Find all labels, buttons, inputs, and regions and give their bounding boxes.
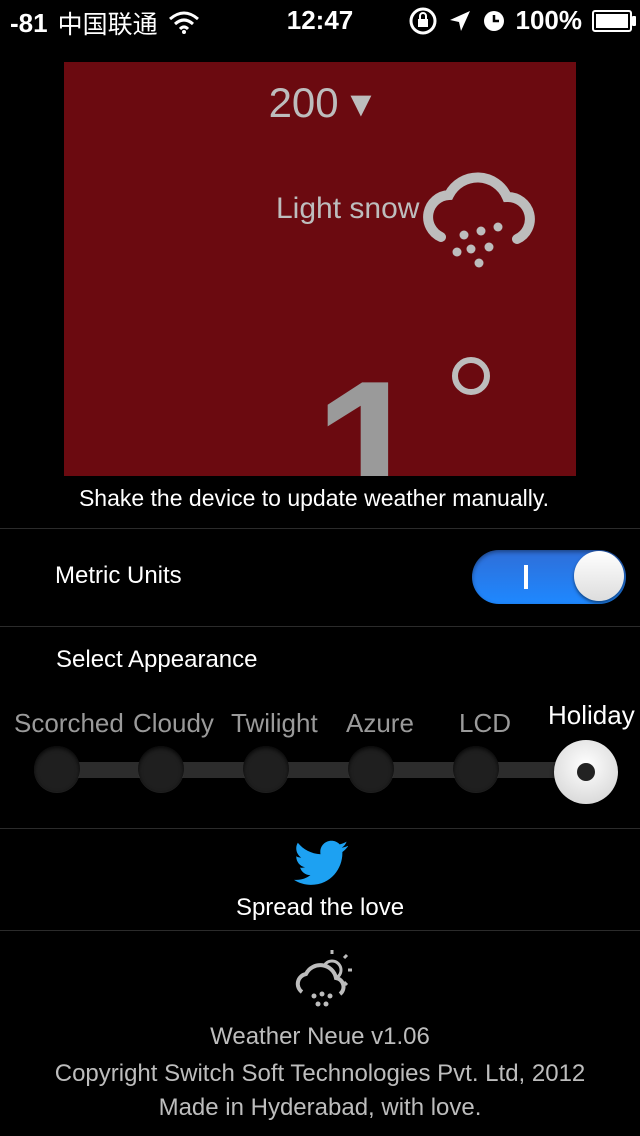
battery-icon: [592, 9, 636, 32]
appearance-stop-twilight[interactable]: [243, 746, 289, 792]
alarm-clock-icon: [483, 10, 504, 31]
status-right: 100%: [408, 5, 636, 36]
preview-condition-label: Light snow: [276, 192, 420, 225]
metric-units-label: Metric Units: [55, 562, 182, 589]
copyright-text: Copyright Switch Soft Technologies Pvt. …: [54, 1060, 586, 1087]
rotation-lock-icon: [409, 7, 436, 34]
appearance-option-twilight[interactable]: Twilight: [231, 708, 318, 739]
appearance-stop-azure[interactable]: [348, 746, 394, 792]
twitter-bird-icon[interactable]: [294, 840, 348, 886]
appearance-stop-lcd[interactable]: [453, 746, 499, 792]
weather-preview: 200 ▾ Light snow 1: [64, 62, 576, 476]
preview-temperature: 1: [314, 340, 426, 477]
preview-temperature-selector[interactable]: 200 ▾: [64, 78, 576, 127]
appearance-option-lcd[interactable]: LCD: [459, 708, 511, 739]
toggle-on-mark: [524, 565, 528, 589]
divider: [0, 626, 640, 627]
shake-hint: Shake the device to update weather manua…: [78, 485, 550, 511]
divider: [0, 828, 640, 829]
status-bar: -81 中国联通 12:47 100%: [0, 0, 640, 40]
made-in-text: Made in Hyderabad, with love.: [158, 1094, 482, 1121]
select-appearance-label: Select Appearance: [56, 646, 258, 673]
toggle-knob[interactable]: [574, 551, 624, 601]
metric-units-toggle[interactable]: [472, 550, 626, 604]
appearance-option-cloudy[interactable]: Cloudy: [133, 708, 214, 739]
app-version: Weather Neue v1.06: [210, 1023, 430, 1050]
spread-the-love-link[interactable]: Spread the love: [0, 894, 640, 922]
location-arrow-icon: [449, 10, 470, 31]
appearance-option-holiday[interactable]: Holiday: [548, 700, 635, 731]
degree-symbol: [452, 357, 490, 395]
appearance-option-azure[interactable]: Azure: [346, 708, 414, 739]
appearance-slider-track[interactable]: [40, 762, 590, 778]
divider: [0, 528, 640, 529]
app-logo-icon: [295, 950, 352, 1007]
battery-percentage: 100%: [515, 5, 583, 35]
snow-cloud-icon: [423, 172, 535, 268]
appearance-slider-knob[interactable]: [554, 740, 618, 804]
appearance-stop-scorched[interactable]: [34, 746, 80, 792]
appearance-option-scorched[interactable]: Scorched: [14, 708, 124, 739]
appearance-stop-cloudy[interactable]: [138, 746, 184, 792]
divider: [0, 930, 640, 931]
